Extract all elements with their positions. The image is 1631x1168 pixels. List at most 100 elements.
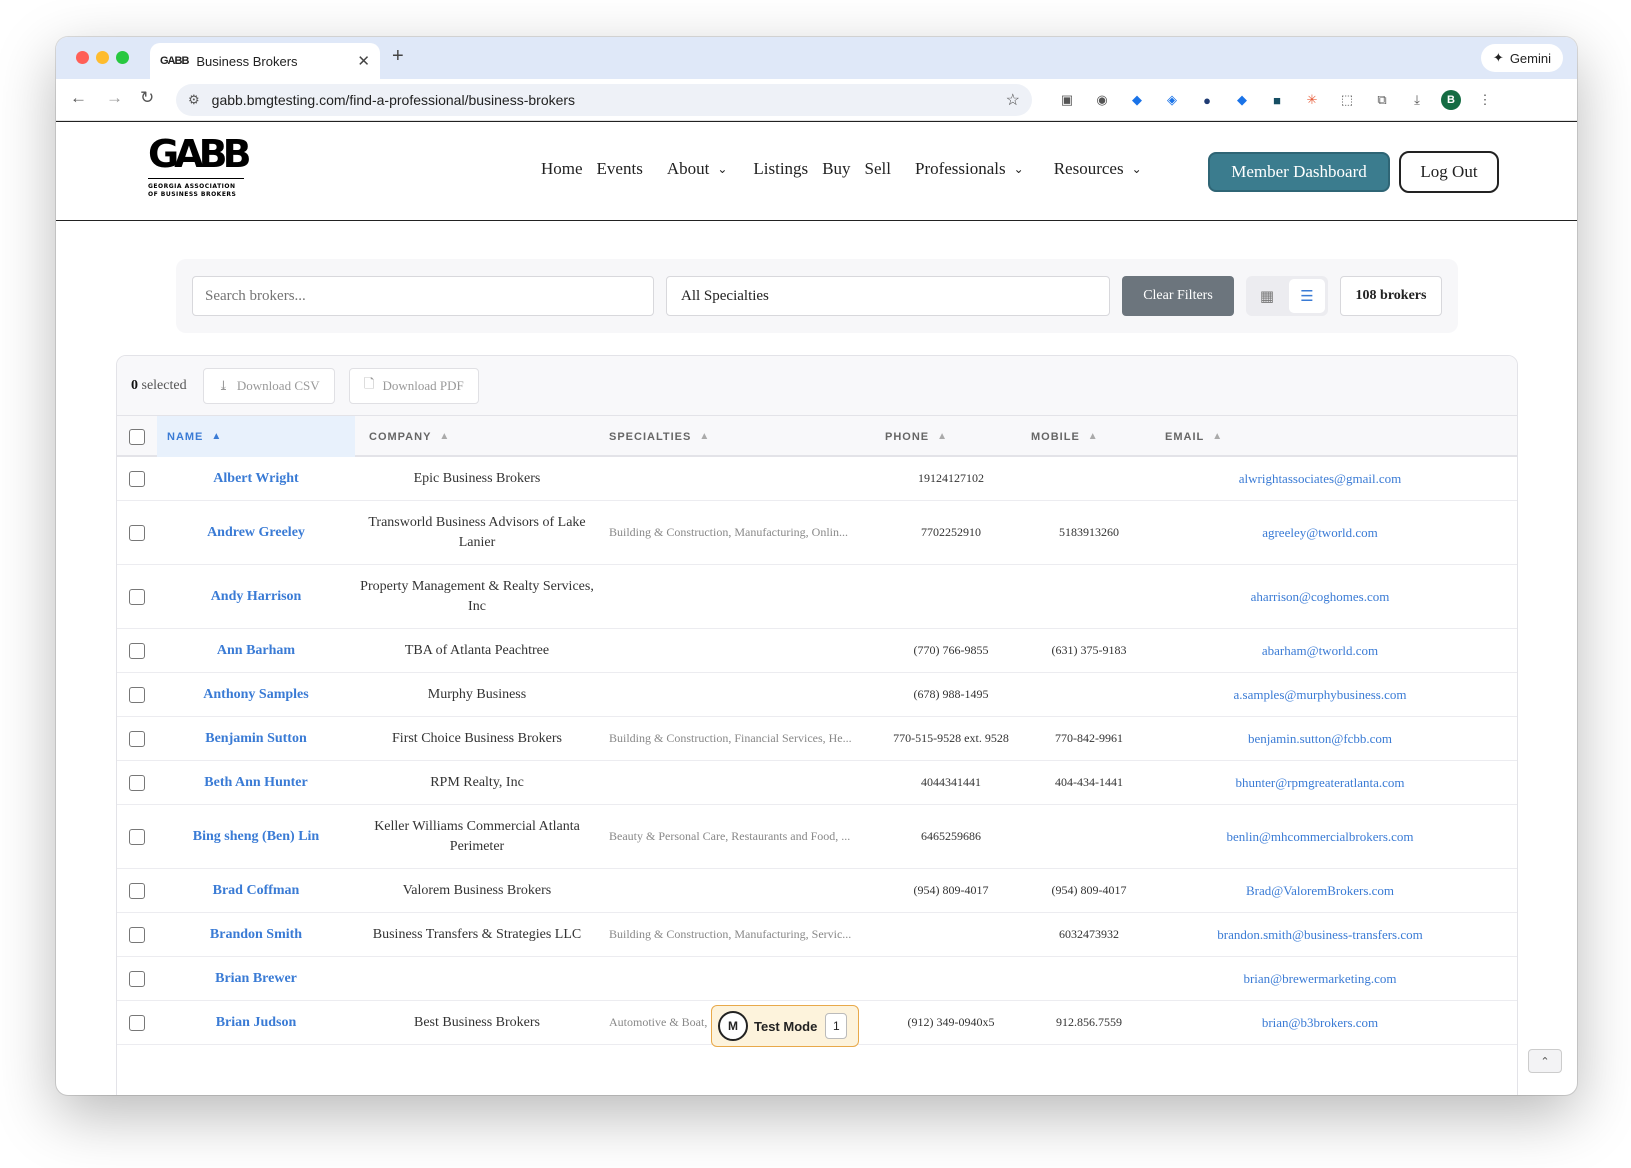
reload-icon[interactable]: ↻ [140, 88, 154, 108]
test-mode-badge[interactable]: M Test Mode 1 [711, 1005, 859, 1047]
logout-button[interactable]: Log Out [1399, 151, 1499, 193]
email-link[interactable]: benlin@mhcommercialbrokers.com [1187, 805, 1453, 868]
nav-events[interactable]: Events [597, 159, 643, 179]
search-tab-icon[interactable]: ⧉ [1371, 89, 1393, 111]
row-checkbox[interactable] [129, 717, 149, 760]
nav-listings[interactable]: Listings [753, 159, 808, 179]
col-header-mobile[interactable]: MOBILE ▲ [1031, 416, 1099, 457]
email-link[interactable]: brandon.smith@business-transfers.com [1187, 913, 1453, 956]
search-input[interactable] [192, 276, 654, 316]
nav-sell[interactable]: Sell [865, 159, 891, 179]
email-link[interactable]: brian@brewermarketing.com [1187, 957, 1453, 1000]
checkbox[interactable] [129, 828, 145, 845]
new-tab-button[interactable]: + [392, 45, 404, 68]
email-link[interactable]: benjamin.sutton@fcbb.com [1187, 717, 1453, 760]
broker-name-link[interactable]: Benjamin Sutton [157, 717, 355, 760]
minimize-window-button[interactable] [96, 51, 109, 64]
broker-name-link[interactable]: Brad Coffman [157, 869, 355, 912]
email-link[interactable]: alwrightassociates@gmail.com [1187, 457, 1453, 500]
scroll-to-top-button[interactable]: ⌃ [1528, 1049, 1562, 1073]
label-extension-icon[interactable]: ◈ [1161, 89, 1183, 111]
puzzle-extensions-icon[interactable]: ⬚ [1336, 89, 1358, 111]
row-checkbox[interactable] [129, 673, 149, 716]
checkbox[interactable] [129, 470, 145, 487]
bookmark-star-icon[interactable]: ☆ [1006, 90, 1020, 110]
row-checkbox[interactable] [129, 761, 149, 804]
member-dashboard-button[interactable]: Member Dashboard [1208, 152, 1390, 192]
broker-name-link[interactable]: Albert Wright [157, 457, 355, 500]
broker-name-link[interactable]: Anthony Samples [157, 673, 355, 716]
row-checkbox[interactable] [129, 1001, 149, 1044]
specialty-select[interactable]: All Specialties [666, 276, 1110, 316]
checkbox[interactable] [129, 774, 145, 791]
download-csv-button[interactable]: ⤓ Download CSV [203, 368, 335, 404]
nav-buy[interactable]: Buy [822, 159, 850, 179]
nav-resources[interactable]: Resources ⌄ [1054, 159, 1142, 179]
col-header-specialties[interactable]: SPECIALTIES ▲ [609, 416, 710, 457]
checkbox[interactable] [129, 1014, 145, 1031]
broker-name-link[interactable]: Brian Brewer [157, 957, 355, 1000]
broker-name-link[interactable]: Ann Barham [157, 629, 355, 672]
profile-avatar[interactable]: B [1441, 90, 1461, 110]
broker-name-link[interactable]: Beth Ann Hunter [157, 761, 355, 804]
email-link[interactable]: brian@b3brokers.com [1187, 1001, 1453, 1044]
col-header-phone[interactable]: PHONE ▲ [885, 416, 948, 457]
email-link[interactable]: a.samples@murphybusiness.com [1187, 673, 1453, 716]
circle-extension-icon[interactable]: ● [1196, 89, 1218, 111]
checkbox[interactable] [129, 970, 145, 987]
row-checkbox[interactable] [129, 501, 149, 564]
url-text[interactable]: gabb.bmgtesting.com/find-a-professional/… [212, 92, 1006, 108]
row-checkbox[interactable] [129, 565, 149, 628]
close-tab-icon[interactable]: ✕ [357, 52, 370, 70]
email-link[interactable]: aharrison@coghomes.com [1187, 565, 1453, 628]
list-view-icon[interactable]: ☰ [1289, 279, 1325, 313]
email-link[interactable]: Brad@ValoremBrokers.com [1187, 869, 1453, 912]
checkbox[interactable] [129, 882, 145, 899]
broker-name-link[interactable]: Andrew Greeley [157, 501, 355, 564]
col-header-name[interactable]: NAME ▲ [157, 416, 355, 457]
email-link[interactable]: agreeley@tworld.com [1187, 501, 1453, 564]
broker-name-link[interactable]: Andy Harrison [157, 565, 355, 628]
row-checkbox[interactable] [129, 869, 149, 912]
nav-about[interactable]: About ⌄ [667, 159, 728, 179]
forward-arrow-icon[interactable]: → [106, 88, 123, 108]
checkbox[interactable] [129, 926, 145, 943]
nav-home[interactable]: Home [541, 159, 583, 179]
url-omnibox[interactable]: ⚙ gabb.bmgtesting.com/find-a-professiona… [176, 84, 1032, 116]
broker-name-link[interactable]: Brandon Smith [157, 913, 355, 956]
tag-extension-icon[interactable]: ◆ [1126, 89, 1148, 111]
site-settings-icon[interactable]: ⚙ [188, 92, 200, 108]
checkbox[interactable] [129, 642, 145, 659]
row-checkbox[interactable] [129, 457, 149, 500]
more-menu-icon[interactable]: ⋮ [1474, 89, 1496, 111]
select-all-checkbox[interactable] [129, 416, 153, 457]
download-pdf-button[interactable]: 🗋 Download PDF [349, 368, 479, 404]
camera-extension-icon[interactable]: ◉ [1091, 89, 1113, 111]
browser-tab[interactable]: GABB Business Brokers ✕ [150, 43, 380, 79]
back-arrow-icon[interactable]: ← [70, 88, 87, 108]
email-link[interactable]: bhunter@rpmgreateratlanta.com [1187, 761, 1453, 804]
col-header-company[interactable]: COMPANY ▲ [369, 416, 450, 457]
checkbox[interactable] [129, 730, 145, 747]
checkbox[interactable] [129, 588, 145, 605]
row-checkbox[interactable] [129, 957, 149, 1000]
col-header-email[interactable]: EMAIL ▲ [1165, 416, 1223, 457]
maximize-window-button[interactable] [116, 51, 129, 64]
nav-professionals[interactable]: Professionals ⌄ [915, 159, 1024, 179]
asterisk-extension-icon[interactable]: ✳ [1301, 89, 1323, 111]
row-checkbox[interactable] [129, 805, 149, 868]
broker-name-link[interactable]: Bing sheng (Ben) Lin [157, 805, 355, 868]
checkbox[interactable] [129, 524, 145, 541]
download-icon[interactable]: ⤓ [1406, 89, 1428, 111]
close-window-button[interactable] [76, 51, 89, 64]
broker-name-link[interactable]: Brian Judson [157, 1001, 355, 1044]
row-checkbox[interactable] [129, 913, 149, 956]
gemini-button[interactable]: ✦ Gemini [1480, 44, 1563, 72]
checkbox[interactable] [129, 686, 145, 703]
screen-reader-extension-icon[interactable]: ▣ [1056, 89, 1078, 111]
n-extension-icon[interactable]: ■ [1266, 89, 1288, 111]
row-checkbox[interactable] [129, 629, 149, 672]
email-link[interactable]: abarham@tworld.com [1187, 629, 1453, 672]
gabb-logo[interactable]: GABB GEORGIA ASSOCIATION OF BUSINESS BRO… [148, 132, 252, 199]
grid-view-icon[interactable]: ▦ [1249, 279, 1285, 313]
